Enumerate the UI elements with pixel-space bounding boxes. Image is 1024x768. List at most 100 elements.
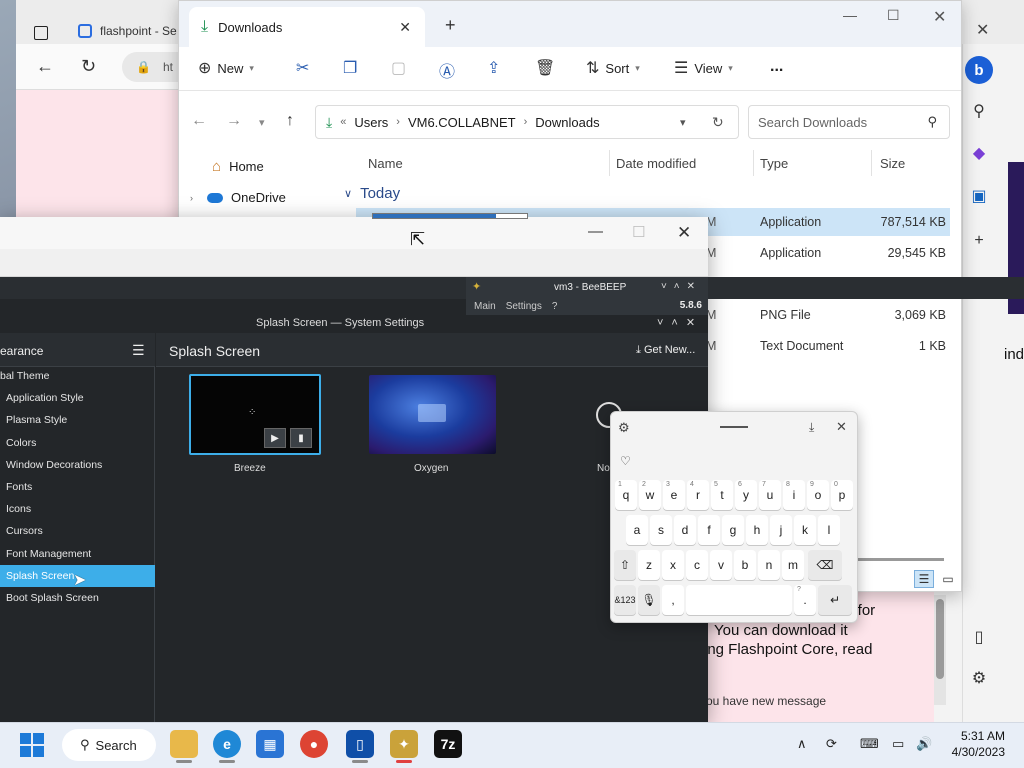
- search-downloads-input[interactable]: Search Downloads ⚲: [748, 105, 950, 139]
- get-new-button[interactable]: ⤓ Get New...: [636, 344, 695, 357]
- clock-date[interactable]: 4/30/2023: [943, 745, 1005, 759]
- system-settings-controls[interactable]: ˅˄✕: [657, 316, 703, 329]
- chevron-down-icon[interactable]: ▾: [680, 116, 686, 129]
- sidebar-item[interactable]: Cursors: [0, 520, 155, 542]
- sidebar-toggle-icon[interactable]: ▯: [964, 622, 994, 652]
- clock-time[interactable]: 5:31 AM: [953, 729, 1005, 743]
- maximize-icon[interactable]: ☐: [887, 7, 900, 24]
- preview-play-icon[interactable]: ▶: [264, 428, 286, 448]
- vm-close-icon[interactable]: ✕: [677, 223, 691, 243]
- paste-button[interactable]: ▢: [391, 58, 406, 78]
- key-v[interactable]: v: [710, 550, 732, 580]
- key-l[interactable]: l: [818, 515, 840, 545]
- taskbar-search[interactable]: ⚲ Search: [62, 729, 156, 761]
- refresh-icon[interactable]: ↻: [81, 56, 96, 77]
- rename-button[interactable]: Ⓐ: [439, 58, 455, 82]
- sort-button[interactable]: ⇅ Sort ▾: [586, 58, 640, 78]
- column-type[interactable]: Type: [760, 156, 788, 171]
- keyboard-close-icon[interactable]: ✕: [836, 419, 847, 435]
- more-options-button[interactable]: ...: [770, 58, 783, 76]
- tiles-view-icon[interactable]: ▭: [938, 570, 958, 588]
- minimize-icon[interactable]: —: [843, 7, 857, 23]
- 7zip-taskbar-icon[interactable]: 7z: [434, 730, 462, 758]
- period-key[interactable]: ?.: [794, 585, 816, 615]
- breadcrumb-users[interactable]: Users: [354, 115, 388, 130]
- copilot-icon[interactable]: ◆: [964, 138, 994, 168]
- key-m[interactable]: m: [782, 550, 804, 580]
- key-w[interactable]: 2w: [639, 480, 661, 510]
- outlook-icon[interactable]: ▣: [964, 181, 994, 211]
- sidebar-item[interactable]: Window Decorations: [0, 454, 155, 476]
- nav-item-home[interactable]: ⌂ Home: [212, 158, 264, 175]
- column-name[interactable]: Name: [368, 156, 403, 171]
- sidebar-item[interactable]: bal Theme: [0, 365, 155, 387]
- breadcrumb-vm6[interactable]: VM6.COLLABNET: [408, 115, 516, 130]
- edge-close-icon[interactable]: ✕: [976, 20, 989, 40]
- page-scrollbar[interactable]: [934, 595, 946, 705]
- cut-button[interactable]: ✂: [296, 58, 309, 78]
- key-b[interactable]: b: [734, 550, 756, 580]
- beebeep-menu-main[interactable]: Main: [474, 301, 496, 312]
- sidebar-item[interactable]: Fonts: [0, 476, 155, 498]
- backspace-key[interactable]: ⌫: [808, 550, 842, 580]
- key-o[interactable]: 9o: [807, 480, 829, 510]
- key-g[interactable]: g: [722, 515, 744, 545]
- start-button[interactable]: [20, 733, 44, 757]
- keyboard-icon[interactable]: ⌨: [860, 736, 879, 752]
- explorer-tab-downloads[interactable]: ⤓ Downloads ✕: [189, 7, 425, 47]
- new-tab-icon[interactable]: +: [445, 15, 456, 36]
- nav-item-onedrive[interactable]: › OneDrive: [190, 190, 286, 205]
- key-z[interactable]: z: [638, 550, 660, 580]
- key-e[interactable]: 3e: [663, 480, 685, 510]
- group-header-today[interactable]: ∨ Today: [344, 185, 400, 202]
- beebeep-menu-settings[interactable]: Settings: [506, 301, 542, 312]
- column-size[interactable]: Size: [880, 156, 905, 171]
- remote-app-taskbar-icon[interactable]: ▯: [346, 730, 374, 758]
- new-button[interactable]: ⊕ New ▾: [198, 58, 254, 78]
- chevron-right-icon[interactable]: ›: [190, 193, 193, 203]
- keyboard-dock-icon[interactable]: ⤓: [809, 420, 814, 435]
- delete-theme-icon[interactable]: ▮: [290, 428, 312, 448]
- key-k[interactable]: k: [794, 515, 816, 545]
- key-i[interactable]: 8i: [783, 480, 805, 510]
- edge-taskbar-icon[interactable]: e: [213, 730, 241, 758]
- key-u[interactable]: 7u: [759, 480, 781, 510]
- chevron-up-icon[interactable]: ∧: [797, 736, 807, 752]
- page-scrollbar-thumb[interactable]: [936, 599, 944, 679]
- volume-icon[interactable]: 🔊: [916, 736, 932, 752]
- key-c[interactable]: c: [686, 550, 708, 580]
- back-icon[interactable]: ←: [191, 112, 207, 130]
- key-j[interactable]: j: [770, 515, 792, 545]
- beebeep-controls[interactable]: ˅˄✕: [661, 281, 702, 292]
- key-x[interactable]: x: [662, 550, 684, 580]
- delete-button[interactable]: 🗑: [535, 58, 555, 78]
- forward-icon[interactable]: →: [226, 112, 242, 130]
- keyboard-drag-handle[interactable]: [720, 426, 748, 428]
- explorer-address-bar[interactable]: ⤓ « Users › VM6.COLLABNET › Downloads ▾ …: [315, 105, 739, 139]
- sidebar-item[interactable]: Plasma Style: [0, 409, 155, 431]
- settings-icon[interactable]: ⚙: [964, 663, 994, 693]
- recent-chevron-icon[interactable]: ▾: [259, 116, 265, 129]
- space-key[interactable]: [686, 585, 792, 615]
- chrome-taskbar-icon[interactable]: ●: [300, 730, 328, 758]
- sidebar-item[interactable]: Icons: [0, 498, 155, 520]
- key-y[interactable]: 6y: [735, 480, 757, 510]
- column-date-modified[interactable]: Date modified: [616, 156, 696, 171]
- details-view-icon[interactable]: ☰: [914, 570, 934, 588]
- close-tab-icon[interactable]: ✕: [399, 19, 411, 36]
- microphone-key[interactable]: 🎙: [638, 585, 660, 615]
- vm-maximize-icon[interactable]: ☐: [632, 223, 645, 241]
- hamburger-menu-icon[interactable]: ☰: [132, 342, 145, 359]
- key-s[interactable]: s: [650, 515, 672, 545]
- key-a[interactable]: a: [626, 515, 648, 545]
- shift-key[interactable]: ⇧: [614, 550, 636, 580]
- back-icon[interactable]: ←: [36, 56, 54, 77]
- enter-key[interactable]: ↵: [818, 585, 852, 615]
- add-icon[interactable]: +: [964, 226, 994, 256]
- symbols-key[interactable]: &123: [614, 585, 636, 615]
- breadcrumb-downloads[interactable]: Downloads: [535, 115, 599, 130]
- refresh-icon[interactable]: ↻: [712, 114, 724, 131]
- comma-key[interactable]: ,: [662, 585, 684, 615]
- key-q[interactable]: 1q: [615, 480, 637, 510]
- key-d[interactable]: d: [674, 515, 696, 545]
